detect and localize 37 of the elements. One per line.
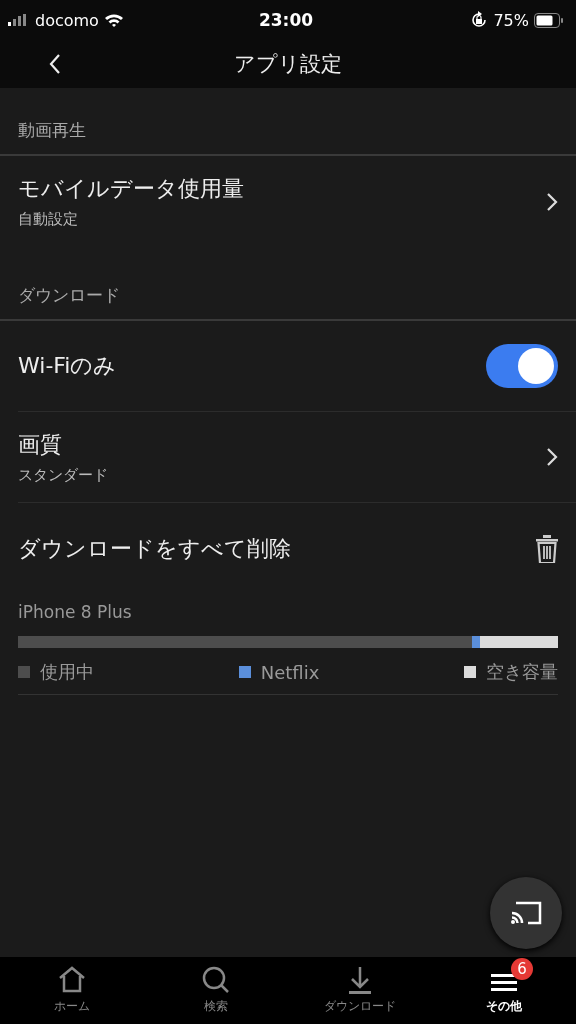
setting-label: Wi-Fiのみ (18, 352, 118, 380)
legend-label: 使用中 (40, 660, 94, 684)
settings-row[interactable]: Wi-Fiのみ (18, 321, 576, 412)
tab-item[interactable]: 検索 (144, 957, 288, 1024)
section-header: ダウンロード (0, 271, 576, 321)
toggle-switch[interactable] (486, 344, 558, 388)
battery-percent: 75% (493, 10, 529, 30)
back-icon (48, 53, 62, 75)
chevron-right-icon (546, 447, 558, 467)
settings-row[interactable]: 画質 スタンダード (18, 412, 576, 503)
notification-badge: 6 (511, 958, 533, 980)
screen-title: アプリ設定 (234, 51, 342, 78)
cast-icon (510, 901, 542, 925)
legend-label: 空き容量 (486, 660, 558, 684)
settings-row[interactable]: モバイルデータ使用量 自動設定 (18, 156, 576, 247)
setting-value: 自動設定 (18, 210, 79, 229)
tab-item[interactable]: ホーム (0, 957, 144, 1024)
setting-label: モバイルデータ使用量 (18, 175, 245, 203)
tab-item[interactable]: 6 その他 (432, 957, 576, 1024)
device-name: iPhone 8 Plus (18, 602, 132, 622)
legend-label: Netflix (260, 661, 320, 683)
search-icon (201, 966, 231, 994)
setting-label: 画質 (18, 430, 63, 459)
tab-item[interactable]: ダウンロード (288, 957, 432, 1024)
settings-row[interactable]: ダウンロードをすべて削除 (18, 503, 576, 594)
wifi-icon (103, 13, 124, 27)
home-icon (57, 966, 87, 994)
setting-value: スタンダード (18, 465, 109, 485)
chevron-right-icon (546, 191, 558, 212)
section-header: 動画再生 (0, 106, 576, 156)
setting-label: ダウンロードをすべて削除 (18, 534, 292, 563)
carrier-name: docomo (35, 10, 99, 30)
cast-button[interactable] (490, 877, 562, 949)
battery-icon (534, 12, 564, 28)
trash-icon (536, 534, 558, 563)
rotation-lock-icon (470, 11, 489, 29)
clock-time: 23:00 (258, 10, 314, 30)
